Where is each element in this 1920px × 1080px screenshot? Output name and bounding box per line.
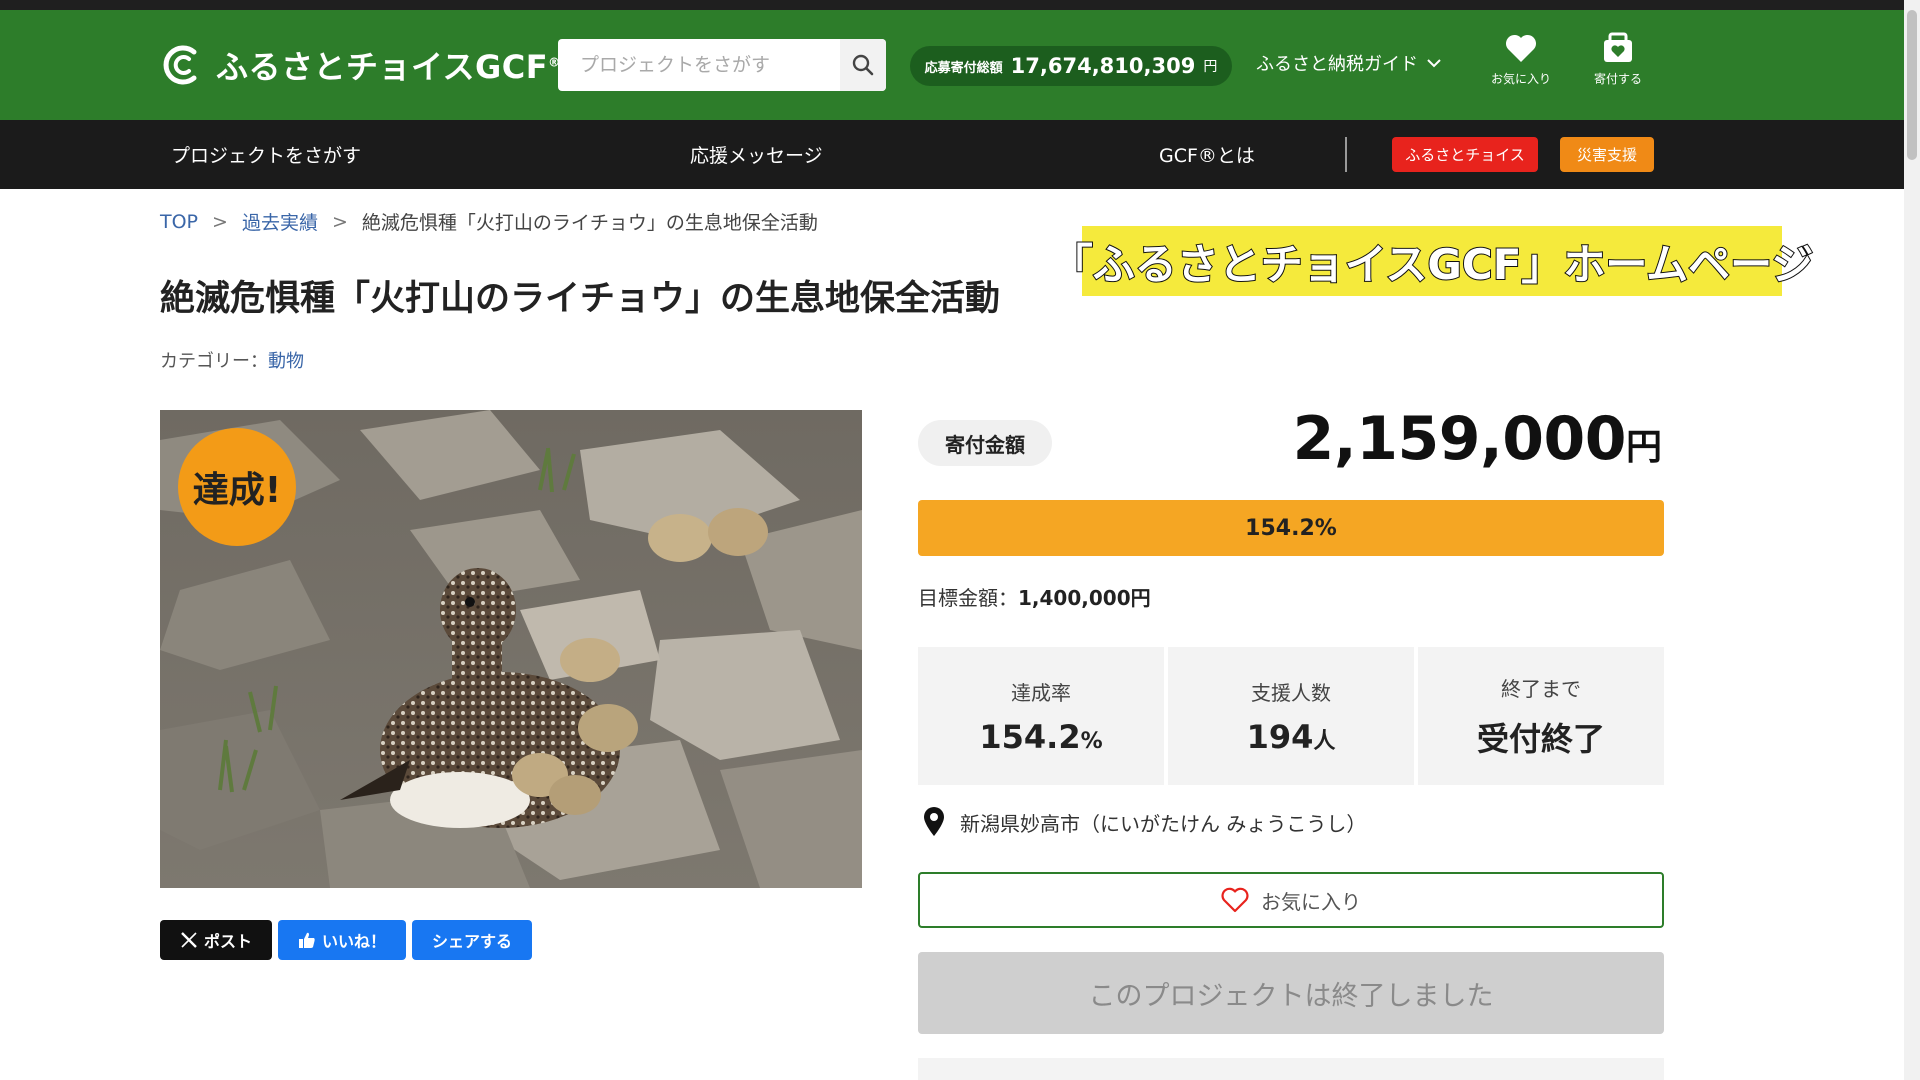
donation-amount-unit: 円 <box>1625 427 1662 468</box>
breadcrumb-top[interactable]: TOP <box>160 211 198 233</box>
breadcrumb: TOP > 過去実績 > 絶滅危惧種「火打山のライチョウ」の生息地保全活動 <box>160 208 818 235</box>
goal-label: 目標金額： <box>918 586 1018 610</box>
project-category: カテゴリー：動物 <box>160 347 304 373</box>
category-label: カテゴリー： <box>160 351 268 372</box>
site-header: ふるさとチョイスGCF® 応募寄付総額 17,674,810,309 円 ふるさ… <box>0 10 1904 120</box>
progress-text: 154.2% <box>1245 515 1337 541</box>
scrollbar-thumb[interactable] <box>1907 10 1917 160</box>
goal-value: 1,400,000円 <box>1018 586 1151 610</box>
furusato-choice-button[interactable]: ふるさとチョイス <box>1392 137 1538 172</box>
main-nav: プロジェクトをさがす 応援メッセージ GCF®とは ふるさとチョイス 災害支援 <box>0 120 1904 189</box>
progress-bar: 154.2% <box>918 500 1664 556</box>
favorites-link[interactable]: お気に入り <box>1476 32 1566 87</box>
video-caption-banner: 「ふるさとチョイスGCF」ホームページ <box>1050 226 1814 296</box>
chevron-down-icon <box>1427 59 1441 68</box>
achieved-badge: 達成! <box>178 428 296 546</box>
breadcrumb-separator: > <box>212 210 228 233</box>
furusato-guide-dropdown[interactable]: ふるさと納税ガイド <box>1256 50 1442 76</box>
stat-value: 154.2% <box>979 717 1103 756</box>
stat-label: 支援人数 <box>1251 680 1331 705</box>
map-pin-icon <box>924 807 944 836</box>
donation-amount-value: 2,159,000 <box>1292 404 1627 474</box>
location-text: 新潟県妙高市（にいがたけん みょうこうし） <box>960 811 1367 836</box>
category-link[interactable]: 動物 <box>268 351 304 372</box>
nav-divider <box>1345 137 1347 172</box>
breadcrumb-past-results[interactable]: 過去実績 <box>242 208 318 235</box>
search-button[interactable] <box>840 39 886 91</box>
stat-achievement-rate: 達成率 154.2% <box>918 647 1164 785</box>
facebook-share-button[interactable]: シェアする <box>412 920 532 960</box>
total-donations-label: 応募寄付総額 <box>924 60 1003 76</box>
breadcrumb-current: 絶滅危惧種「火打山のライチョウ」の生息地保全活動 <box>361 212 818 234</box>
x-logo-icon <box>181 932 197 948</box>
add-favorite-label: お気に入り <box>1261 889 1361 914</box>
add-favorite-button[interactable]: お気に入り <box>918 872 1664 928</box>
logo-mark-icon <box>160 42 206 88</box>
stat-value: 受付終了 <box>1476 719 1605 758</box>
search-input[interactable] <box>558 40 828 90</box>
search-box <box>558 39 886 91</box>
donate-label: 寄付する <box>1593 72 1642 86</box>
x-post-button[interactable]: ポスト <box>160 920 272 960</box>
disaster-support-button[interactable]: 災害支援 <box>1560 137 1654 172</box>
nav-item-about-gcf[interactable]: GCF®とは <box>1159 120 1255 189</box>
search-icon <box>852 54 874 76</box>
share-buttons: ポスト いいね！ シェアする <box>160 920 532 960</box>
stat-time-remaining: 終了まで 受付終了 <box>1418 647 1664 785</box>
page-title: 絶滅危惧種「火打山のライチョウ」の生息地保全活動 <box>160 279 1001 319</box>
total-donations-badge: 応募寄付総額 17,674,810,309 円 <box>910 46 1232 86</box>
stat-value: 194人 <box>1246 717 1336 756</box>
window-top-strip <box>0 0 1920 10</box>
donation-amount-label: 寄付金額 <box>918 420 1052 466</box>
project-location: 新潟県妙高市（にいがたけん みょうこうし） <box>922 806 1366 838</box>
site-logo[interactable]: ふるさとチョイスGCF® <box>160 40 561 90</box>
goal-amount: 目標金額：1,400,000円 <box>918 582 1151 611</box>
project-ended-button: このプロジェクトは終了しました <box>918 952 1664 1034</box>
stat-supporters: 支援人数 194人 <box>1168 647 1414 785</box>
favorites-label: お気に入り <box>1490 72 1551 86</box>
donate-link[interactable]: 寄付する <box>1573 32 1663 87</box>
facebook-like-label: いいね！ <box>321 932 386 951</box>
thumbs-up-icon <box>298 932 315 948</box>
stats-panel: 達成率 154.2% 支援人数 194人 終了まで 受付終了 <box>918 647 1664 785</box>
next-section-card <box>918 1058 1664 1080</box>
video-caption-text: 「ふるさとチョイスGCF」ホームページ <box>1050 239 1815 290</box>
nav-item-messages[interactable]: 応援メッセージ <box>690 120 823 189</box>
donate-icon <box>1604 32 1632 62</box>
heart-outline-icon <box>1221 887 1249 913</box>
facebook-like-button[interactable]: いいね！ <box>278 920 406 960</box>
total-donations-unit: 円 <box>1203 59 1218 75</box>
x-post-label: ポスト <box>203 932 252 951</box>
heart-icon <box>1505 34 1537 62</box>
stat-label: 終了まで <box>1501 676 1581 701</box>
stat-label: 達成率 <box>1011 680 1071 705</box>
logo-text: ふるさとチョイスGCF® <box>216 48 561 86</box>
donation-amount: 2,159,000 円 <box>1293 404 1662 474</box>
guide-label: ふるさと納税ガイド <box>1256 54 1418 75</box>
project-photo: 達成! <box>160 410 862 888</box>
nav-item-find-projects[interactable]: プロジェクトをさがす <box>171 120 361 189</box>
page-scrollbar[interactable] <box>1904 0 1920 1080</box>
breadcrumb-separator: > <box>331 210 348 233</box>
total-donations-amount: 17,674,810,309 <box>1010 54 1196 78</box>
